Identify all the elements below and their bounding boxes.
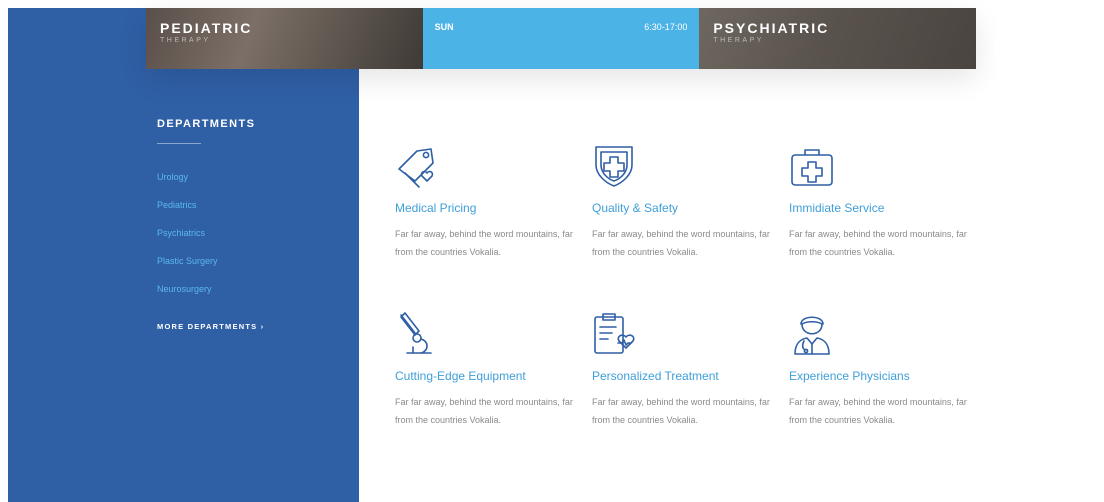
department-link[interactable]: Plastic Surgery	[157, 254, 218, 282]
therapy-strip: PEDIATRIC THERAPY SUN 6:30-17:00 PSYCHIA…	[146, 8, 977, 69]
feature-description: Far far away, behind the word mountains,…	[592, 229, 770, 257]
psychiatric-therapy-card[interactable]: PSYCHIATRIC THERAPY	[699, 8, 977, 69]
feature-description: Far far away, behind the word mountains,…	[789, 229, 967, 257]
more-departments-link[interactable]: MORE DEPARTMENTS ›	[157, 322, 264, 331]
price-tag-heart-icon	[395, 143, 441, 189]
feature-description: Far far away, behind the word mountains,…	[592, 397, 770, 425]
departments-list: Urology Pediatrics Psychiatrics Plastic …	[157, 170, 218, 310]
opening-hours-card: SUN 6:30-17:00	[422, 8, 700, 69]
department-link[interactable]: Urology	[157, 170, 218, 198]
pediatric-therapy-card[interactable]: PEDIATRIC THERAPY	[146, 8, 423, 69]
clipboard-heart-icon	[592, 311, 638, 357]
card-subtitle: THERAPY	[713, 37, 764, 44]
hours-day: SUN	[434, 22, 454, 32]
department-link[interactable]: Neurosurgery	[157, 282, 218, 310]
feature-title[interactable]: Experience Physicians	[789, 369, 910, 383]
departments-heading: DEPARTMENTS	[157, 118, 256, 130]
feature-title[interactable]: Cutting-Edge Equipment	[395, 369, 526, 383]
department-link[interactable]: Psychiatrics	[157, 226, 218, 254]
feature-title[interactable]: Immidiate Service	[789, 201, 884, 215]
shield-cross-icon	[592, 143, 638, 189]
department-link[interactable]: Pediatrics	[157, 198, 218, 226]
card-title: PEDIATRIC	[160, 20, 253, 36]
doctor-icon	[789, 311, 835, 357]
microscope-icon	[395, 311, 441, 357]
feature-description: Far far away, behind the word mountains,…	[395, 229, 573, 257]
medical-kit-icon	[789, 143, 835, 189]
hours-time: 6:30-17:00	[644, 22, 688, 32]
feature-description: Far far away, behind the word mountains,…	[789, 397, 967, 425]
card-subtitle: THERAPY	[160, 37, 211, 44]
heading-divider	[157, 143, 201, 144]
feature-description: Far far away, behind the word mountains,…	[395, 397, 573, 425]
feature-title[interactable]: Personalized Treatment	[592, 369, 719, 383]
feature-title[interactable]: Medical Pricing	[395, 201, 476, 215]
card-title: PSYCHIATRIC	[713, 20, 830, 36]
feature-title[interactable]: Quality & Safety	[592, 201, 678, 215]
